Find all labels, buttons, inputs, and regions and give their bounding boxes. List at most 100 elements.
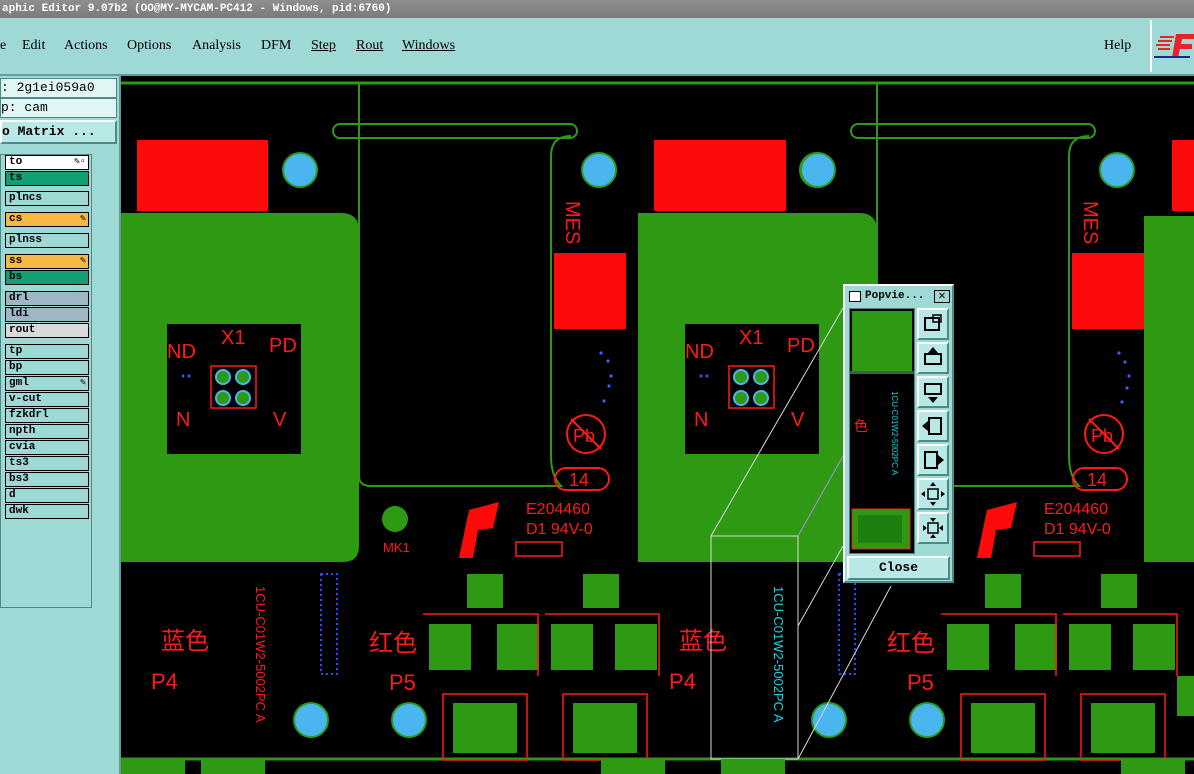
label-nd: ND [685, 341, 714, 363]
layer-name: fzkdrl [9, 409, 49, 421]
zoom-out-button[interactable] [917, 478, 949, 510]
smd-pad [573, 703, 637, 753]
pad [215, 369, 231, 385]
layer-name: drl [9, 292, 29, 304]
zoom-in-button[interactable] [917, 512, 949, 544]
window-menu-icon[interactable] [849, 291, 861, 302]
via [1120, 400, 1124, 404]
label-mes: MES [561, 201, 583, 244]
layer-row-d[interactable]: d [5, 488, 89, 503]
layer-row-bp[interactable]: bp [5, 360, 89, 375]
layer-name: ts3 [9, 457, 29, 469]
layer-row-rout[interactable]: rout [5, 323, 89, 338]
zoom-in-icon [923, 518, 943, 538]
label-n: N [176, 409, 190, 431]
layer-row-dwk[interactable]: dwk [5, 504, 89, 519]
drill-hole [391, 702, 427, 738]
layer-name: gml [9, 377, 29, 389]
smd-pad [1091, 703, 1155, 753]
step-field: p: cam [0, 98, 117, 118]
via [1117, 351, 1121, 355]
smd-pad [971, 703, 1035, 753]
menu-step[interactable]: Step [311, 38, 336, 54]
zoom-fit-button[interactable] [917, 308, 949, 340]
fiducial [382, 506, 408, 532]
smd-pad [453, 703, 517, 753]
layer-name: npth [9, 425, 36, 437]
layer-edit-icon: ✎▫ [73, 157, 86, 168]
via [699, 374, 703, 378]
menu-analysis[interactable]: Analysis [192, 38, 241, 54]
label-pd: PD [787, 335, 815, 357]
label-pb: Pb [1091, 426, 1113, 446]
pan-right-icon [924, 451, 944, 469]
layer-row-ts[interactable]: ts [5, 171, 89, 186]
menu-rout[interactable]: Rout [356, 38, 383, 54]
layer-row-ts3[interactable]: ts3 [5, 456, 89, 471]
layer-edit-icon: ✎ [79, 214, 86, 225]
popview-preview[interactable]: 色 1CU-C01W2-5002PC A [849, 308, 915, 554]
layer-row-gml[interactable]: gml ✎ [5, 376, 89, 391]
via [705, 374, 709, 378]
label-blue-cn: 蓝色 [161, 627, 209, 655]
layer-name: plnss [9, 234, 43, 246]
pan-left-button[interactable] [917, 410, 949, 442]
layer-row-tp[interactable]: tp [5, 344, 89, 359]
layer-row-plncs[interactable]: plncs [5, 191, 89, 206]
close-icon[interactable]: ✕ [934, 290, 950, 303]
via [1127, 374, 1131, 378]
label-nd: ND [167, 341, 196, 363]
matrix-button[interactable]: o Matrix ... [0, 120, 117, 144]
via [181, 374, 185, 378]
label-v: V [273, 409, 287, 431]
connector-pad [1177, 676, 1194, 716]
menu-options[interactable]: Options [127, 38, 171, 54]
graphic-canvas[interactable]: X1 ND PD N V MES Pb 14 E204460 D1 94V-0 红色 P5 蓝色 P4 1C… [121, 76, 1194, 774]
connector-pad [497, 624, 539, 670]
pad [753, 369, 769, 385]
connector-pad [1015, 624, 1057, 670]
mask-opening [137, 140, 268, 211]
menu-edit[interactable]: Edit [22, 38, 45, 54]
pan-right-button[interactable] [917, 444, 949, 476]
layer-row-fzkdrl[interactable]: fzkdrl [5, 408, 89, 423]
layer-row-cvia[interactable]: cvia [5, 440, 89, 455]
pad [235, 390, 251, 406]
window-title-bar: aphic Editor 9.07b2 (OO@MY-MYCAM-PC412 -… [0, 0, 1194, 18]
layer-edit-icon: ✎ [79, 378, 86, 389]
label-p5: P5 [389, 670, 416, 695]
layer-row-to[interactable]: to ✎▫ [5, 155, 89, 170]
layer-row-bs3[interactable]: bs3 [5, 472, 89, 487]
drill-hole [282, 152, 318, 188]
layer-name: ldi [9, 308, 29, 320]
menu-help[interactable]: Help [1104, 38, 1131, 54]
label-mes: MES [1079, 201, 1101, 244]
menu-file[interactable]: e [0, 38, 6, 54]
close-button[interactable]: Close [847, 556, 950, 580]
popview-title: Popvie... [865, 290, 925, 302]
layer-name: bp [9, 361, 23, 373]
layer-name: d [9, 489, 16, 501]
menu-dfm[interactable]: DFM [261, 38, 291, 54]
layer-row-plnss[interactable]: plnss [5, 233, 89, 248]
label-mk1: MK1 [383, 540, 410, 555]
pan-down-button[interactable] [917, 376, 949, 408]
menu-actions[interactable]: Actions [64, 38, 108, 54]
mask-opening [655, 140, 786, 211]
layer-row-ldi[interactable]: ldi [5, 307, 89, 322]
layer-row-cs[interactable]: cs ✎ [5, 212, 89, 227]
menu-windows[interactable]: Windows [402, 38, 455, 54]
pan-down-icon [924, 383, 942, 403]
edge-pad [1121, 759, 1185, 774]
layer-name: to [9, 156, 23, 168]
label-n: N [694, 409, 708, 431]
connector-pad [615, 624, 657, 670]
layer-row-ss[interactable]: ss ✎ [5, 254, 89, 269]
layer-row-bs[interactable]: bs [5, 270, 89, 285]
pan-up-icon [924, 347, 942, 365]
layer-row-v-cut[interactable]: v-cut [5, 392, 89, 407]
label-pb: Pb [573, 426, 595, 446]
layer-row-npth[interactable]: npth [5, 424, 89, 439]
pan-up-button[interactable] [917, 342, 949, 374]
layer-row-drl[interactable]: drl [5, 291, 89, 306]
